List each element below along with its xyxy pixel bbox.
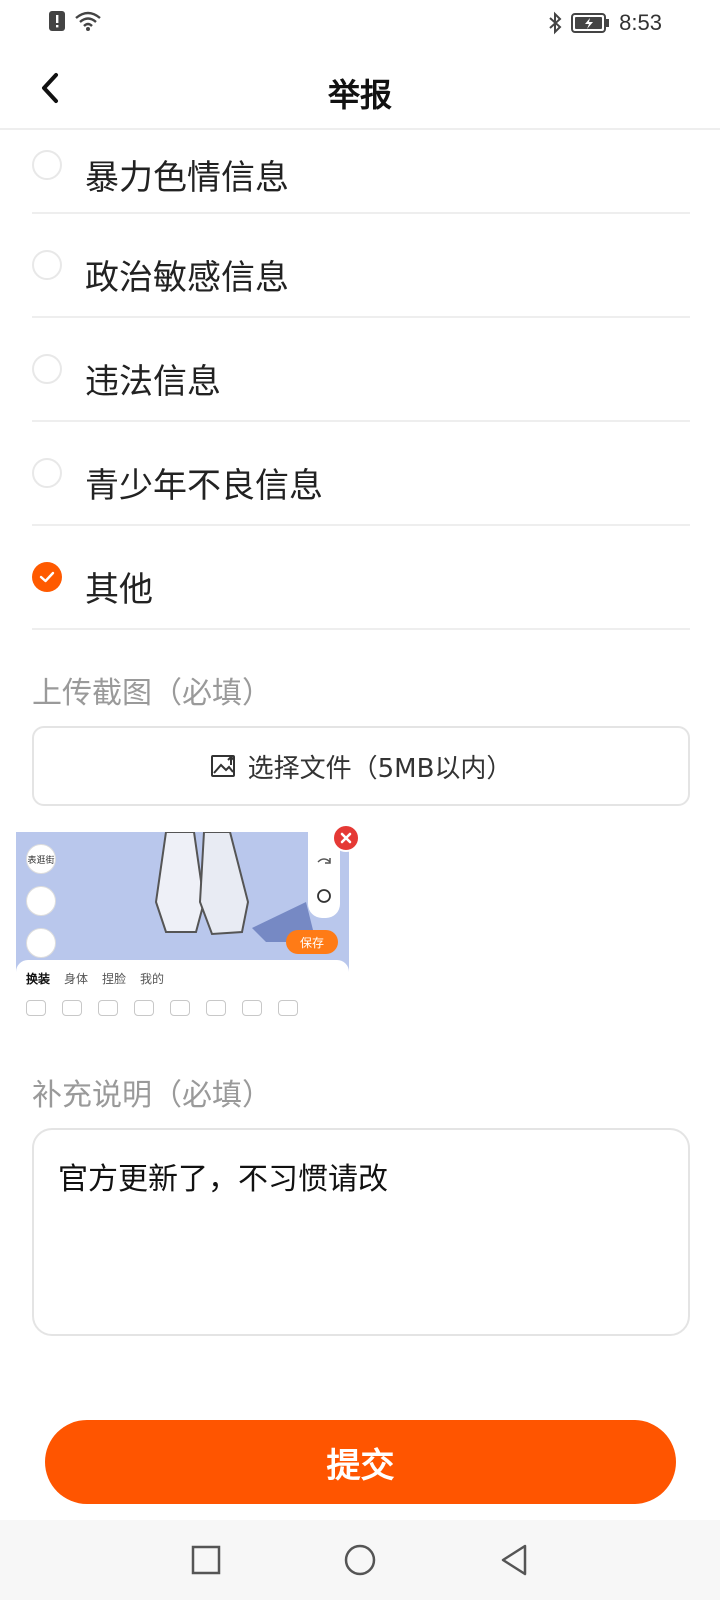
option-other[interactable]: 其他 xyxy=(32,526,690,630)
upload-label: 上传截图（必填） xyxy=(32,676,272,711)
back-nav-button[interactable] xyxy=(494,1540,534,1580)
clothing-icon xyxy=(242,1000,262,1016)
status-bar: 8:53 xyxy=(0,0,720,46)
uploaded-screenshot: 表逛街 保存 换装 身体 捏脸 我的 xyxy=(16,824,360,1024)
page-title: 举报 xyxy=(327,76,392,114)
thumbnail-avatar: 表逛街 xyxy=(26,844,56,874)
option-illegal[interactable]: 违法信息 xyxy=(32,318,690,422)
status-time: 8:53 xyxy=(619,10,662,35)
clothing-icon xyxy=(134,1000,154,1016)
choose-file-label: 选择文件（5MB以内） xyxy=(247,753,513,784)
screenshot-thumbnail: 表逛街 保存 换装 身体 捏脸 我的 xyxy=(16,832,349,1024)
thumbnail-bottom-panel: 换装 身体 捏脸 我的 xyxy=(16,960,349,1024)
option-political[interactable]: 政治敏感信息 xyxy=(32,214,690,318)
system-nav-bar xyxy=(0,1520,720,1600)
status-left-icons xyxy=(48,10,102,32)
image-upload-icon xyxy=(210,755,235,777)
clothing-icon xyxy=(170,1000,190,1016)
report-options: 暴力色情信息 政治敏感信息 违法信息 青少年不良信息 其他 xyxy=(32,130,690,630)
option-label: 政治敏感信息 xyxy=(85,258,289,298)
clothing-icon xyxy=(62,1000,82,1016)
radio-icon[interactable] xyxy=(32,250,62,280)
thumbnail-item-icons xyxy=(26,1000,298,1016)
wifi-icon xyxy=(75,11,101,31)
back-icon xyxy=(501,1544,527,1576)
thumbnail-save-button: 保存 xyxy=(286,930,338,954)
recent-apps-button[interactable] xyxy=(186,1540,226,1580)
battery-charging-icon xyxy=(571,13,610,33)
radio-icon[interactable] xyxy=(32,150,62,180)
thumbnail-tab: 我的 xyxy=(140,972,165,986)
status-right-icons: 8:53 xyxy=(547,10,662,36)
radio-icon[interactable] xyxy=(32,458,62,488)
submit-button[interactable]: 提交 xyxy=(45,1420,676,1504)
clothing-icon xyxy=(206,1000,226,1016)
choose-file-button[interactable]: 选择文件（5MB以内） xyxy=(32,726,690,806)
option-label: 暴力色情信息 xyxy=(85,158,289,198)
thumbnail-tab: 换装 xyxy=(26,972,51,986)
thumbnail-avatar-gender xyxy=(26,928,56,958)
thumbnail-tabs: 换装 身体 捏脸 我的 xyxy=(26,970,164,987)
recent-apps-icon xyxy=(191,1545,221,1575)
thumbnail-tab: 身体 xyxy=(64,972,89,986)
home-button[interactable] xyxy=(340,1540,380,1580)
delete-screenshot-button[interactable] xyxy=(332,824,360,852)
thumbnail-avatar-girl xyxy=(26,886,56,916)
radio-icon[interactable] xyxy=(32,354,62,384)
option-label: 其他 xyxy=(85,570,153,610)
clothing-icon xyxy=(26,1000,46,1016)
thumbnail-tab: 捏脸 xyxy=(102,972,127,986)
option-label: 违法信息 xyxy=(85,362,221,402)
radio-checked-icon[interactable] xyxy=(32,562,62,592)
clothing-icon xyxy=(98,1000,118,1016)
checkmark-icon xyxy=(39,571,55,583)
nav-bar: 举报 xyxy=(0,56,720,130)
option-violence-porn[interactable]: 暴力色情信息 xyxy=(32,130,690,214)
thumbnail-side-avatars: 表逛街 xyxy=(26,844,56,958)
description-label: 补充说明（必填） xyxy=(32,1078,272,1113)
home-icon xyxy=(344,1544,376,1576)
bluetooth-icon xyxy=(549,11,562,35)
close-icon xyxy=(340,832,352,844)
alert-icon xyxy=(49,11,65,31)
clothing-icon xyxy=(278,1000,298,1016)
description-textarea[interactable]: 官方更新了，不习惯请改 xyxy=(32,1128,690,1336)
option-minors[interactable]: 青少年不良信息 xyxy=(32,422,690,526)
option-label: 青少年不良信息 xyxy=(85,466,323,506)
